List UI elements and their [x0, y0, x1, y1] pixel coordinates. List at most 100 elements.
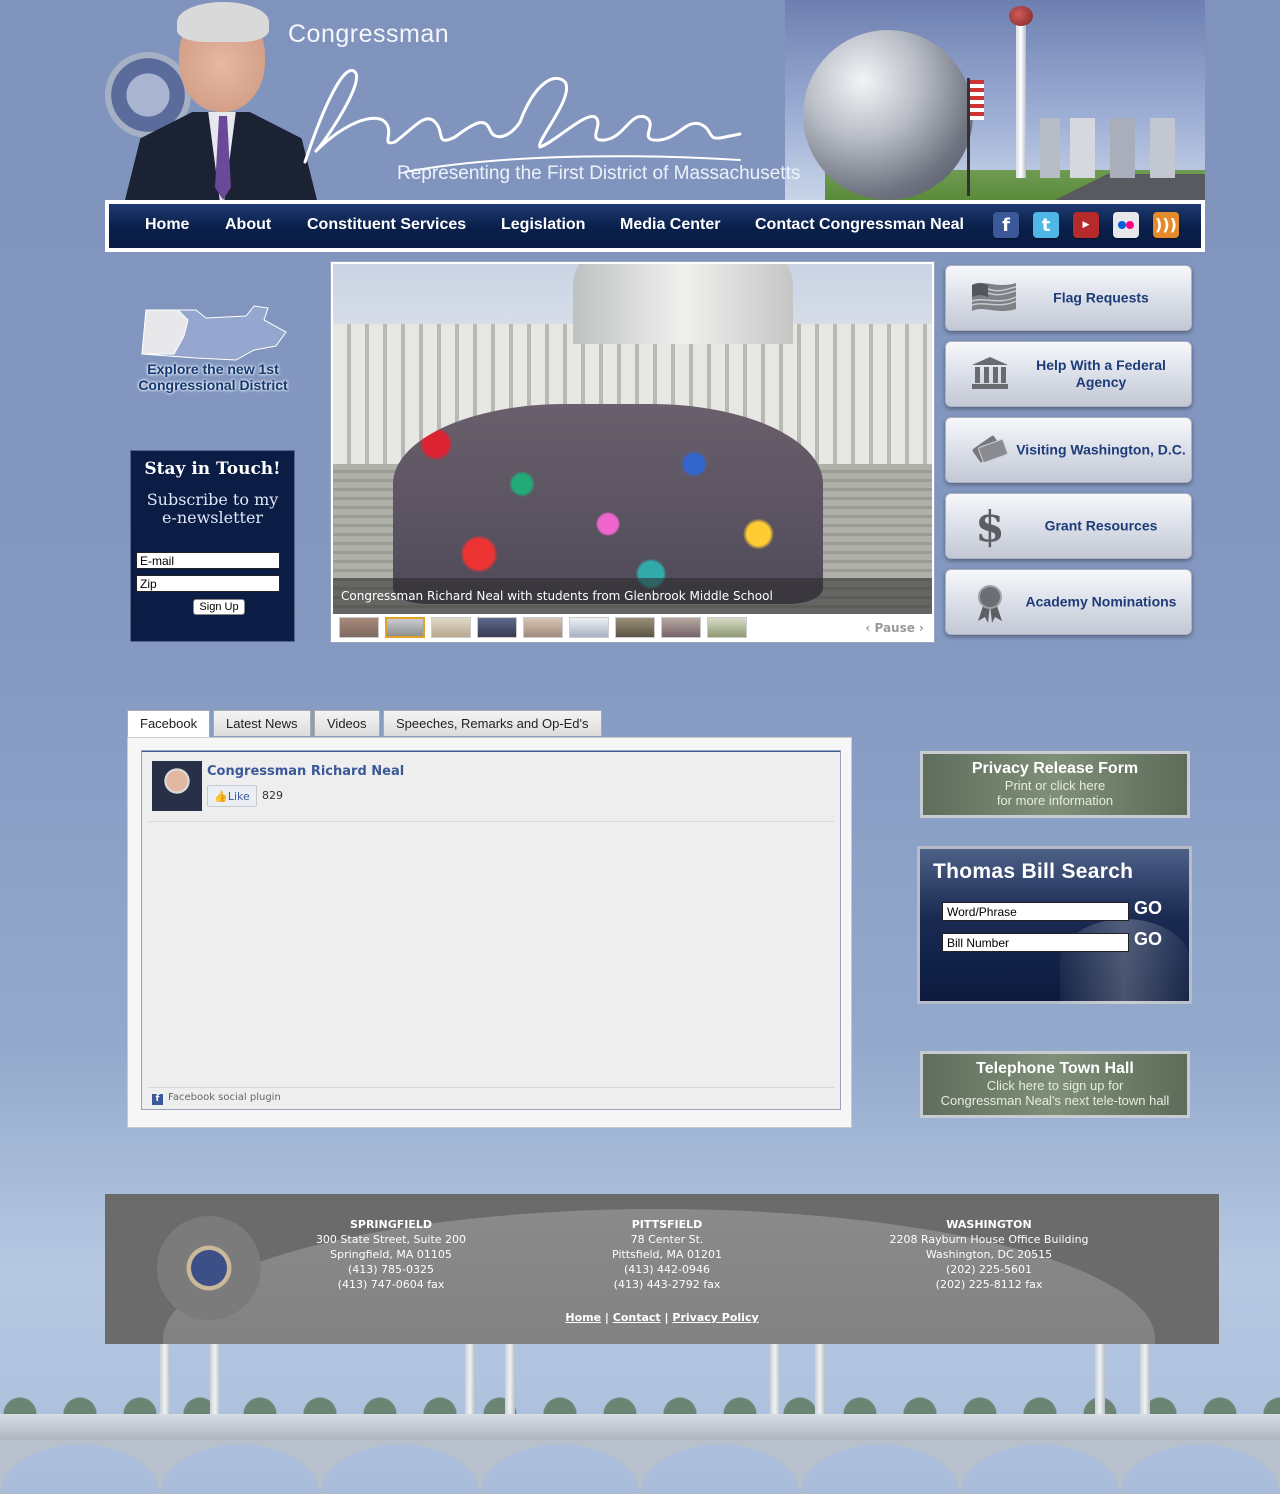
nav-constituent-services[interactable]: Constituent Services	[307, 216, 466, 234]
sign-up-button[interactable]: Sign Up	[193, 599, 245, 615]
nav-legislation[interactable]: Legislation	[501, 216, 585, 234]
flag-icon-svg	[971, 283, 1017, 311]
main-navigation: Home About Constituent Services Legislat…	[105, 200, 1205, 252]
office-pittsfield: PITTSFIELD 78 Center St. Pittsfield, MA …	[537, 1217, 797, 1292]
academy-nominations-button[interactable]: Academy Nominations	[945, 569, 1192, 635]
privacy-line2: for more information	[996, 793, 1114, 808]
tower-ball	[1009, 6, 1033, 26]
slideshow-thumbnail[interactable]	[477, 617, 517, 638]
nav-media-center[interactable]: Media Center	[620, 216, 720, 234]
bridge-pillar	[210, 1344, 220, 1416]
academy-nominations-label: Academy Nominations	[1025, 593, 1177, 610]
bridge-pillar	[505, 1344, 515, 1416]
facebook-icon[interactable]: f	[993, 212, 1019, 238]
building-icon-svg	[972, 357, 1008, 389]
grant-resources-label: Grant Resources	[1044, 517, 1158, 534]
explore-district-link[interactable]: Explore the new 1st Congressional Distri…	[130, 298, 300, 400]
dollar-icon: $	[975, 502, 1005, 551]
avatar[interactable]	[152, 761, 202, 811]
tab-videos[interactable]: Videos	[314, 710, 380, 736]
privacy-title: Privacy Release Form	[971, 760, 1139, 777]
facebook-box-top-border	[142, 751, 840, 752]
slideshow-thumbnail[interactable]	[339, 617, 379, 638]
newsletter-sub2: e-newsletter	[161, 508, 264, 527]
visiting-dc-button[interactable]: Visiting Washington, D.C.	[945, 417, 1192, 483]
slideshow-thumbnail[interactable]	[431, 617, 471, 638]
facebook-like-button[interactable]: 👍Like	[207, 785, 257, 807]
nav-home[interactable]: Home	[145, 216, 189, 234]
nav-contact[interactable]: Contact Congressman Neal	[755, 216, 964, 234]
site-header: Congressman Representing the First Distr…	[105, 0, 1205, 200]
visiting-dc-label: Visiting Washington, D.C.	[1016, 441, 1186, 458]
us-flag-image	[970, 80, 984, 120]
flickr-icon[interactable]	[1113, 212, 1139, 238]
office-name: SPRINGFIELD	[349, 1218, 433, 1231]
go-button-bill[interactable]: GO	[1134, 929, 1162, 950]
footer-links: Home | Contact | Privacy Policy	[105, 1311, 1219, 1324]
slideshow-thumbnail-active[interactable]	[385, 617, 425, 638]
slideshow-photo[interactable]	[333, 264, 932, 614]
newsletter-heading: Stay in Touch!	[144, 459, 281, 479]
flag-requests-button[interactable]: Flag Requests	[945, 265, 1192, 331]
footer-privacy-link[interactable]: Privacy Policy	[672, 1311, 758, 1324]
facebook-plugin-footer[interactable]: f Facebook social plugin	[152, 1092, 281, 1105]
facebook-header-divider	[148, 821, 834, 822]
tab-speeches[interactable]: Speeches, Remarks and Op-Ed's	[383, 710, 602, 736]
slideshow-thumbnail[interactable]	[661, 617, 701, 638]
explore-line2: Congressional District	[138, 377, 288, 393]
thomas-title: Thomas Bill Search	[933, 860, 1134, 883]
office-city: Washington, DC 20515	[925, 1248, 1053, 1261]
nav-about[interactable]: About	[225, 216, 271, 234]
go-button-word[interactable]: GO	[1134, 898, 1162, 919]
facebook-like-count: 829	[262, 789, 283, 802]
flag-icon	[970, 279, 1017, 319]
telephone-town-hall-button[interactable]: Telephone Town Hall Click here to sign u…	[920, 1051, 1190, 1118]
massachusetts-map-icon	[141, 305, 287, 361]
ribbon-icon	[970, 583, 1010, 623]
rss-icon[interactable]: )))	[1153, 212, 1179, 238]
building-icon	[970, 355, 1010, 395]
flag-requests-label: Flag Requests	[1053, 289, 1149, 306]
privacy-release-form-button[interactable]: Privacy Release Form Print or click here…	[920, 751, 1190, 818]
grant-resources-button[interactable]: $ Grant Resources	[945, 493, 1192, 559]
office-address: 2208 Rayburn House Office Building	[889, 1233, 1089, 1246]
flickr-dot-blue	[1118, 221, 1126, 229]
facebook-like-label: Like	[227, 790, 250, 803]
tab-latest-news[interactable]: Latest News	[213, 710, 311, 736]
content-tabs: Facebook Latest News Videos Speeches, Re…	[127, 710, 607, 738]
townhall-line1: Click here to sign up for	[986, 1078, 1124, 1093]
bridge-pillar	[770, 1344, 780, 1416]
slideshow-pause-button[interactable]: ‹ Pause ›	[865, 621, 924, 635]
footer-home-link[interactable]: Home	[565, 1311, 601, 1324]
flickr-dot-pink	[1126, 221, 1134, 229]
slideshow-thumbnail[interactable]	[615, 617, 655, 638]
slideshow-caption: Congressman Richard Neal with students f…	[333, 578, 932, 614]
office-washington: WASHINGTON 2208 Rayburn House Office Bui…	[859, 1217, 1119, 1292]
site-footer: SPRINGFIELD 300 State Street, Suite 200 …	[105, 1194, 1219, 1344]
tab-facebook[interactable]: Facebook	[127, 710, 211, 738]
email-field[interactable]	[136, 552, 280, 569]
bridge-deck	[0, 1414, 1280, 1440]
twitter-icon[interactable]: t	[1033, 212, 1059, 238]
tower-image	[1016, 18, 1026, 178]
slideshow-thumbnail[interactable]	[569, 617, 609, 638]
office-phone: (202) 225-5601	[945, 1263, 1033, 1276]
explore-text: Explore the new 1st Congressional Distri…	[130, 361, 296, 393]
footer-contact-link[interactable]: Contact	[613, 1311, 661, 1324]
office-phone: (413) 442-0946	[623, 1263, 711, 1276]
word-phrase-input[interactable]	[942, 902, 1129, 921]
basketball-hall-sphere-image	[803, 30, 973, 200]
facebook-page-name[interactable]: Congressman Richard Neal	[207, 764, 404, 779]
header-tagline: Representing the First District of Massa…	[397, 163, 801, 184]
townhall-title: Telephone Town Hall	[976, 1060, 1134, 1077]
thumbs-up-icon: 👍	[214, 790, 228, 803]
tickets-icon-svg	[972, 435, 1008, 463]
thomas-bill-search: Thomas Bill Search GO GO	[917, 846, 1192, 1004]
federal-agency-help-button[interactable]: Help With a Federal Agency	[945, 341, 1192, 407]
zip-field[interactable]	[136, 575, 280, 592]
slideshow-thumbnail[interactable]	[523, 617, 563, 638]
signature-logo	[303, 69, 742, 172]
slideshow-thumbnail[interactable]	[707, 617, 747, 638]
youtube-icon[interactable]: ▶	[1073, 212, 1099, 238]
bill-number-input[interactable]	[942, 933, 1129, 952]
